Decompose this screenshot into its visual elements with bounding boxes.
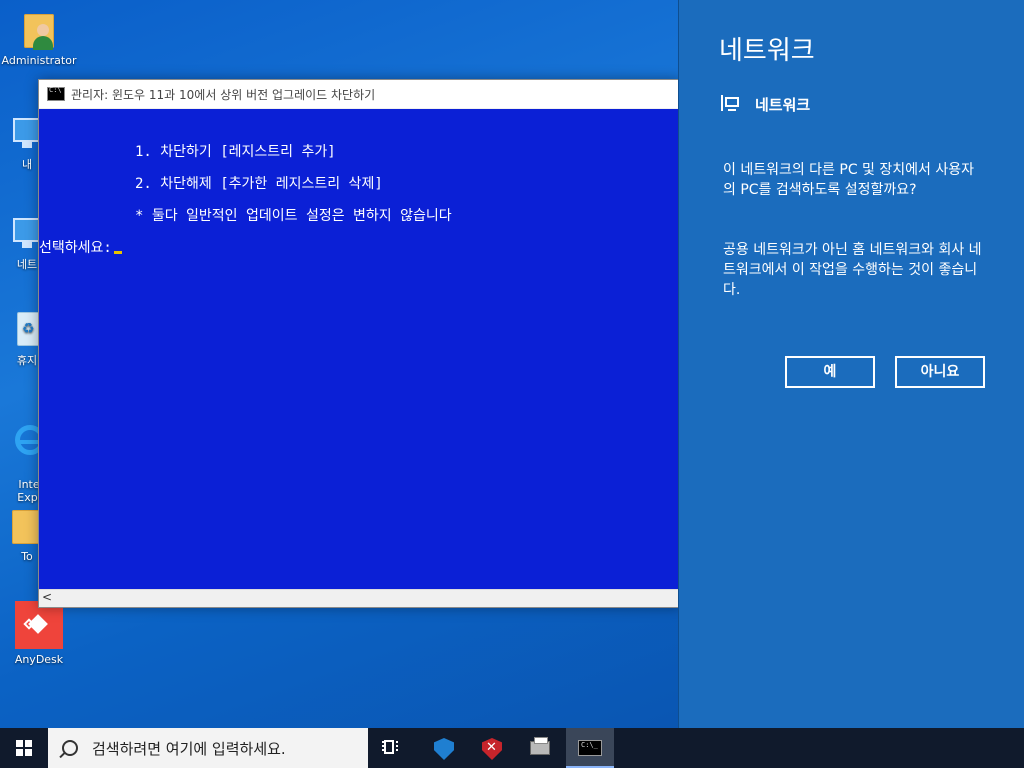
console-title-bar[interactable]: 관리자: 윈도우 11과 10에서 상위 버전 업그레이드 차단하기: [39, 80, 680, 108]
menu-note: * 둘다 일반적인 업데이트 설정은 변하지 않습니다: [135, 208, 452, 224]
security-app-button[interactable]: [420, 728, 468, 768]
desktop-icon-label: AnyDesk: [14, 653, 64, 666]
printer-app-button[interactable]: [516, 728, 564, 768]
windows-logo-icon: [16, 740, 32, 756]
search-box[interactable]: 검색하려면 여기에 입력하세요.: [48, 728, 368, 768]
menu-option-2: 2. 차단해제 [추가한 레지스트리 삭제]: [135, 176, 383, 192]
console-title: 관리자: 윈도우 11과 10에서 상위 버전 업그레이드 차단하기: [71, 87, 376, 102]
search-placeholder: 검색하려면 여기에 입력하세요.: [92, 739, 286, 758]
no-button[interactable]: 아니요: [895, 356, 985, 388]
red-shield-icon: [482, 738, 502, 760]
flyout-title: 네트워크: [719, 36, 815, 66]
network-name-row: 네트워크: [719, 93, 810, 115]
start-button[interactable]: [0, 728, 48, 768]
ethernet-icon: [719, 93, 741, 115]
anydesk-icon: [15, 601, 63, 649]
text-cursor: [113, 251, 122, 254]
search-icon: [62, 740, 78, 756]
taskbar: 검색하려면 여기에 입력하세요.: [0, 728, 1024, 768]
discovery-question: 이 네트워크의 다른 PC 및 장치에서 사용자의 PC를 검색하도록 설정할까…: [723, 162, 974, 198]
discovery-description: 공용 네트워크가 아닌 홈 네트워크와 회사 네트워크에서 이 작업을 수행하는…: [723, 242, 982, 298]
input-prompt[interactable]: 선택하세요:: [39, 237, 122, 257]
desktop-icon-anydesk[interactable]: AnyDesk: [0, 601, 78, 666]
printer-icon: [530, 737, 550, 755]
desktop-icon-label: Administrator: [1, 54, 77, 67]
shield-icon: [434, 738, 454, 760]
network-flyout: 네트워크 네트워크 이 네트워크의 다른 PC 및 장치에서 사용자의 PC를 …: [678, 0, 1024, 768]
yes-button[interactable]: 예: [785, 356, 875, 388]
task-view-button[interactable]: [368, 728, 416, 768]
blocker-app-button[interactable]: [468, 728, 516, 768]
user-folder-icon: [19, 10, 59, 50]
scroll-left-icon[interactable]: <: [42, 590, 52, 604]
menu-option-1: 1. 차단하기 [레지스트리 추가]: [135, 144, 336, 160]
prompt-label: 선택하세요:: [39, 240, 112, 256]
cmd-taskbar-button[interactable]: [566, 728, 614, 768]
console-output[interactable]: 1. 차단하기 [레지스트리 추가] 2. 차단해제 [추가한 레지스트리 삭제…: [39, 109, 680, 589]
task-view-icon: [382, 739, 400, 755]
horizontal-scrollbar[interactable]: <: [39, 589, 680, 607]
network-name: 네트워크: [755, 95, 811, 114]
command-prompt-icon: [578, 740, 602, 756]
desktop-icon-administrator[interactable]: Administrator: [0, 10, 78, 67]
cmd-icon: [47, 86, 65, 101]
console-window[interactable]: 관리자: 윈도우 11과 10에서 상위 버전 업그레이드 차단하기 1. 차단…: [38, 79, 681, 608]
